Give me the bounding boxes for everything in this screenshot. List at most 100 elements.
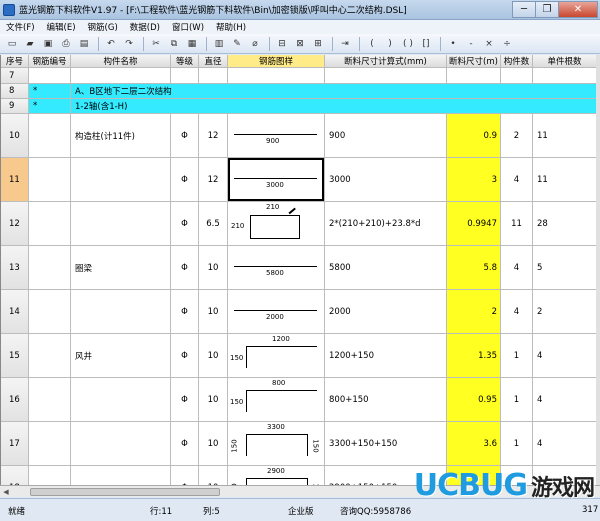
cell-shape[interactable]: 3000 xyxy=(228,158,325,202)
append-row-icon[interactable]: ⊞ xyxy=(310,36,326,52)
cell-shape[interactable] xyxy=(228,68,325,84)
column-header[interactable]: 钢筋编号 xyxy=(29,55,71,68)
cell-diameter[interactable]: 6.5 xyxy=(199,202,228,246)
plus-icon[interactable]: • xyxy=(445,36,461,52)
cell-formula[interactable]: 900 xyxy=(325,114,447,158)
column-header[interactable]: 钢筋图样 xyxy=(228,55,325,68)
cell-member-count[interactable]: 1 xyxy=(501,378,533,422)
cell-shape[interactable]: 210 210 xyxy=(228,202,325,246)
cell-shape[interactable]: 150 800 xyxy=(228,378,325,422)
cell-diameter[interactable]: 10 xyxy=(199,246,228,290)
cut-icon[interactable]: ✂ xyxy=(148,36,164,52)
row-number[interactable]: 13 xyxy=(1,246,29,290)
cell-code[interactable] xyxy=(29,246,71,290)
cell-cut-length[interactable]: 5.8 xyxy=(447,246,501,290)
paren-left-icon[interactable]: ( xyxy=(364,36,380,52)
cell-member-count[interactable]: 11 xyxy=(501,202,533,246)
row-number[interactable]: 16 xyxy=(1,378,29,422)
cell-formula[interactable]: 1200+150 xyxy=(325,334,447,378)
menu-file[interactable]: 文件(F) xyxy=(0,21,41,33)
cell-cut-length[interactable]: 3.6 xyxy=(447,422,501,466)
undo-icon[interactable]: ↶ xyxy=(103,36,119,52)
cell-cut-length[interactable]: 2 xyxy=(447,290,501,334)
copy-icon[interactable]: ⧉ xyxy=(166,36,182,52)
maximize-button[interactable]: ❐ xyxy=(535,0,559,18)
cell-grade[interactable]: Φ xyxy=(171,246,199,290)
cell-formula[interactable] xyxy=(325,68,447,84)
cell-bars-per-member[interactable] xyxy=(533,68,596,84)
row-number[interactable]: 17 xyxy=(1,422,29,466)
column-header[interactable]: 断料尺寸计算式(mm) xyxy=(325,55,447,68)
new-file-icon[interactable]: ▭ xyxy=(4,36,20,52)
cell-formula[interactable]: 3300+150+150 xyxy=(325,422,447,466)
cell-bars-per-member[interactable]: 11 xyxy=(533,114,596,158)
print-icon[interactable]: ⎙ xyxy=(58,36,74,52)
cell-grade[interactable] xyxy=(171,68,199,84)
cell-member-name[interactable]: 构造柱(计11件) xyxy=(71,114,171,158)
column-header[interactable]: 直径 xyxy=(199,55,228,68)
paste-icon[interactable]: ▦ xyxy=(184,36,200,52)
cell-bars-per-member[interactable]: 28 xyxy=(533,202,596,246)
cell-member-name[interactable]: 圈梁 xyxy=(71,246,171,290)
cell-diameter[interactable]: 10 xyxy=(199,422,228,466)
cell-member-name[interactable]: 风井 xyxy=(71,334,171,378)
edit-table-icon[interactable]: ▥ xyxy=(211,36,227,52)
cell-code[interactable] xyxy=(29,202,71,246)
cell-member-name[interactable] xyxy=(71,68,171,84)
cell-diameter[interactable]: 10 xyxy=(199,466,228,485)
cell-cut-length[interactable]: 0.9 xyxy=(447,114,501,158)
multiply-icon[interactable]: × xyxy=(481,36,497,52)
cell-diameter[interactable]: 10 xyxy=(199,290,228,334)
row-number[interactable]: 15 xyxy=(1,334,29,378)
cell-cut-length[interactable]: 3 xyxy=(447,158,501,202)
cell-diameter[interactable]: 12 xyxy=(199,158,228,202)
cell-section-name[interactable]: 1-2轴(含1-H) xyxy=(71,99,596,114)
row-number[interactable]: 7 xyxy=(1,68,29,84)
cell-code[interactable] xyxy=(29,422,71,466)
cell-member-count[interactable]: 4 xyxy=(501,290,533,334)
cell-member-count[interactable]: 2 xyxy=(501,114,533,158)
cell-code[interactable] xyxy=(29,68,71,84)
close-button[interactable]: ✕ xyxy=(558,0,598,18)
vertical-scrollbar[interactable] xyxy=(596,55,600,485)
cell-formula[interactable]: 800+150 xyxy=(325,378,447,422)
cell-code[interactable] xyxy=(29,378,71,422)
row-number[interactable]: 10 xyxy=(1,114,29,158)
cell-member-count[interactable]: 4 xyxy=(501,158,533,202)
cell-member-name[interactable] xyxy=(71,466,171,485)
cell-grade[interactable]: Φ xyxy=(171,334,199,378)
cell-code[interactable] xyxy=(29,466,71,485)
cell-member-count[interactable]: 4 xyxy=(501,246,533,290)
menu-edit[interactable]: 编辑(E) xyxy=(41,21,82,33)
cell-bars-per-member[interactable]: 4 xyxy=(533,422,596,466)
cell-code[interactable]: * xyxy=(29,84,71,99)
open-folder-icon[interactable]: ▰ xyxy=(22,36,38,52)
export-icon[interactable]: ⇥ xyxy=(337,36,353,52)
cell-bars-per-member[interactable]: 4 xyxy=(533,334,596,378)
bracket-icon[interactable]: [] xyxy=(418,36,434,52)
cell-cut-length[interactable]: 0.95 xyxy=(447,378,501,422)
cell-shape[interactable]: 1501502900 xyxy=(228,466,325,485)
cell-member-name[interactable] xyxy=(71,378,171,422)
column-header[interactable]: 构件数 xyxy=(501,55,533,68)
cell-cut-length[interactable] xyxy=(447,68,501,84)
column-header[interactable]: 序号 xyxy=(1,55,29,68)
row-number[interactable]: 14 xyxy=(1,290,29,334)
minus-icon[interactable]: - xyxy=(463,36,479,52)
cell-diameter[interactable] xyxy=(199,68,228,84)
cell-bars-per-member[interactable]: 4 xyxy=(533,378,596,422)
cell-member-name[interactable] xyxy=(71,202,171,246)
insert-row-icon[interactable]: ⊟ xyxy=(274,36,290,52)
minimize-button[interactable]: ─ xyxy=(512,0,536,18)
column-header[interactable]: 断料尺寸(m) xyxy=(447,55,501,68)
row-number[interactable]: 12 xyxy=(1,202,29,246)
divide-icon[interactable]: ÷ xyxy=(499,36,515,52)
cell-grade[interactable]: Φ xyxy=(171,378,199,422)
clear-icon[interactable]: ⌀ xyxy=(247,36,263,52)
row-number[interactable]: 18 xyxy=(1,466,29,485)
cell-grade[interactable]: Φ xyxy=(171,466,199,485)
cell-grade[interactable]: Φ xyxy=(171,202,199,246)
column-header[interactable]: 构件名称 xyxy=(71,55,171,68)
cell-grade[interactable]: Φ xyxy=(171,114,199,158)
cell-code[interactable] xyxy=(29,158,71,202)
